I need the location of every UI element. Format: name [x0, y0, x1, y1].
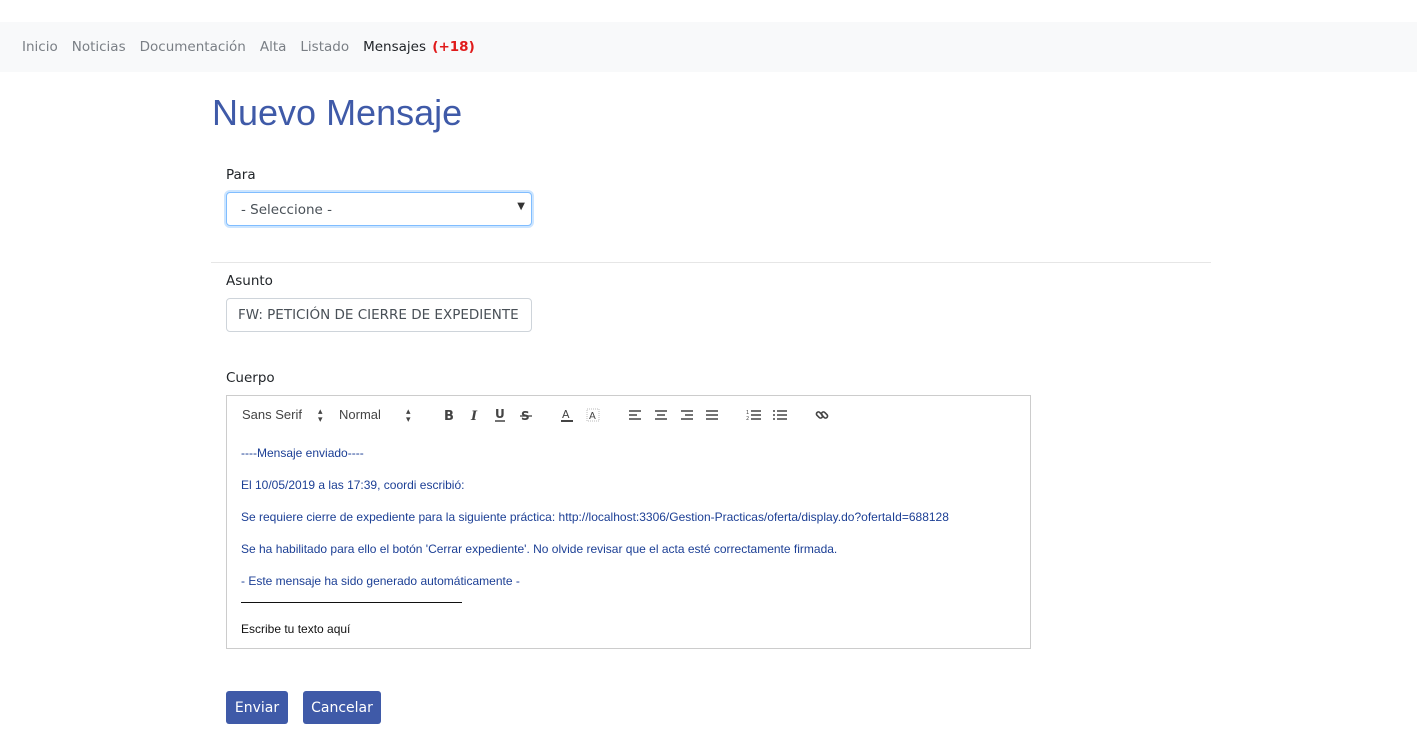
font-family-picker-label: Sans Serif: [242, 407, 302, 422]
italic-icon[interactable]: I: [465, 405, 485, 425]
caret-down-icon: ▼: [517, 201, 525, 212]
page-title: Nuevo Mensaje: [212, 92, 463, 133]
subject-input[interactable]: FW: PETICIÓN DE CIERRE DE EXPEDIENTE: [226, 298, 532, 332]
body-label: Cuerpo: [226, 370, 275, 386]
svg-text:I: I: [470, 409, 478, 422]
text-color-icon[interactable]: A: [557, 405, 577, 425]
align-left-icon[interactable]: [625, 405, 645, 425]
unread-count-badge: (+18): [432, 39, 475, 55]
svg-text:A: A: [589, 411, 596, 422]
send-button[interactable]: Enviar: [226, 691, 288, 724]
nav-item-inicio[interactable]: Inicio: [22, 39, 58, 55]
bullet-list-icon[interactable]: [770, 405, 790, 425]
ordered-list-icon[interactable]: 12: [744, 405, 764, 425]
top-navbar: Inicio Noticias Documentación Alta Lista…: [0, 22, 1417, 72]
bold-icon[interactable]: B: [439, 405, 459, 425]
quoted-line: ----Mensaje enviado----: [241, 446, 364, 460]
updown-arrows-icon: ▴ ▾: [318, 406, 323, 424]
nav-item-listado[interactable]: Listado: [300, 39, 349, 55]
link-icon[interactable]: [812, 405, 832, 425]
nav-item-alta[interactable]: Alta: [260, 39, 287, 55]
editor-toolbar: Sans Serif ▴▾ Normal ▴▾ B I U S A A: [226, 395, 1031, 435]
subject-label: Asunto: [226, 273, 273, 289]
nav-item-documentacion[interactable]: Documentación: [140, 39, 246, 55]
recipient-select[interactable]: - Seleccione - ▼: [226, 192, 532, 226]
body-placeholder-text: Escribe tu texto aquí: [241, 622, 351, 636]
separator-line: [241, 602, 462, 603]
quoted-line: - Este mensaje ha sido generado automáti…: [241, 574, 520, 588]
section-divider: [211, 262, 1211, 263]
background-color-icon[interactable]: A: [583, 405, 603, 425]
recipient-select-value: - Seleccione -: [241, 202, 332, 218]
align-center-icon[interactable]: [651, 405, 671, 425]
font-family-picker[interactable]: Sans Serif ▴ ▾: [242, 407, 323, 424]
strike-icon[interactable]: S: [516, 405, 536, 425]
svg-text:A: A: [562, 408, 570, 421]
svg-text:U: U: [495, 407, 505, 421]
align-right-icon[interactable]: [677, 405, 697, 425]
quoted-line: Se requiere cierre de expediente para la…: [241, 510, 949, 524]
quoted-line: El 10/05/2019 a las 17:39, coordi escrib…: [241, 478, 465, 492]
nav-item-noticias[interactable]: Noticias: [72, 39, 126, 55]
nav-item-mensajes[interactable]: Mensajes (+18): [363, 39, 475, 55]
nav-item-mensajes-label: Mensajes: [363, 39, 426, 55]
quoted-line: Se ha habilitado para ello el botón 'Cer…: [241, 542, 838, 556]
underline-icon[interactable]: U: [490, 405, 510, 425]
svg-text:2: 2: [746, 416, 749, 421]
svg-text:B: B: [444, 409, 454, 422]
font-size-picker[interactable]: Normal ▴ ▾: [339, 407, 411, 424]
align-justify-icon[interactable]: [702, 405, 722, 425]
font-size-picker-label: Normal: [339, 407, 381, 422]
message-body-editor[interactable]: ----Mensaje enviado---- El 10/05/2019 a …: [226, 434, 1031, 649]
to-label: Para: [226, 167, 256, 183]
cancel-button[interactable]: Cancelar: [303, 691, 381, 724]
updown-arrows-icon: ▴ ▾: [406, 406, 411, 424]
